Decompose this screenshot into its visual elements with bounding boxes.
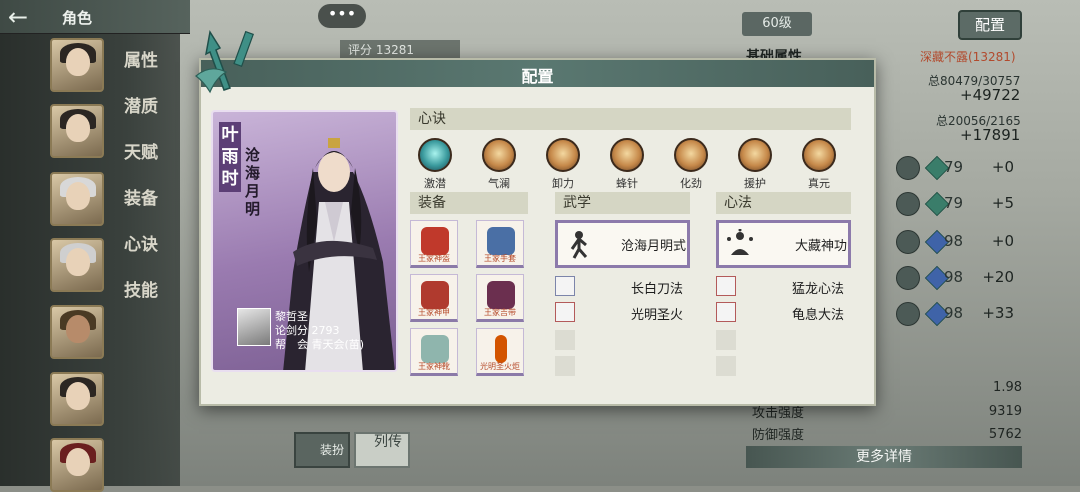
stat-bonus-1: +49722 (960, 86, 1021, 104)
main-method-skill[interactable]: 大藏神功 (716, 220, 851, 268)
rank-text: 深藏不露(13281) (920, 50, 1016, 64)
swirl-icon (418, 138, 452, 172)
main-martial-skill[interactable]: 沧海月明式 (555, 220, 690, 268)
belt-icon (487, 281, 515, 309)
equipment-slot[interactable]: 王家神靴 (410, 328, 458, 376)
stat-bonus-2: +17891 (960, 126, 1021, 144)
boots-icon (421, 335, 449, 363)
side-menu-potential[interactable]: 潜质 (124, 92, 158, 117)
character-title: 沧海月明 (245, 146, 261, 218)
back-arrow-icon[interactable]: ← (8, 4, 48, 30)
avatar[interactable] (50, 438, 104, 492)
mind-skill[interactable]: 蜂针 (605, 138, 649, 191)
mind-skill[interactable]: 化劲 (669, 138, 713, 191)
equipment-slot[interactable]: 王家神甲 (410, 274, 458, 322)
mind-skill[interactable]: 真元 (797, 138, 841, 191)
section-method: 心法 (716, 192, 851, 214)
avatar[interactable] (50, 172, 104, 226)
character-name: 叶雨时 (219, 122, 241, 192)
needle-icon (610, 138, 644, 172)
side-menu-equipment[interactable]: 装备 (124, 184, 158, 209)
section-mind: 心诀 (410, 108, 851, 130)
level-badge: 60级 (742, 12, 812, 36)
avatar[interactable] (50, 305, 104, 359)
attribute-slot[interactable]: 98 +0 (890, 228, 1020, 258)
dialog-title: 配置 (521, 67, 554, 86)
top-bar: ← 角色 (0, 0, 190, 34)
attribute-slot[interactable]: 79 +0 (890, 154, 1020, 184)
avatar[interactable] (50, 238, 104, 292)
martial-skill[interactable]: 光明圣火 (555, 302, 690, 324)
mystic-icon (896, 192, 920, 216)
method-skill[interactable]: 猛龙心法 (716, 276, 851, 298)
side-menu-attributes[interactable]: 属性 (124, 46, 158, 71)
dress-up-tab[interactable]: 装扮 (294, 432, 350, 468)
sword-ornament-icon (195, 29, 255, 94)
dart-icon (896, 230, 920, 254)
avatar[interactable] (50, 38, 104, 92)
section-equipment: 装备 (410, 192, 528, 214)
meditation-icon (727, 229, 753, 255)
shield-icon (738, 138, 772, 172)
empty-slot[interactable] (716, 356, 736, 376)
fortune-icon (896, 266, 920, 290)
player-avatar (237, 308, 271, 346)
biography-tab[interactable]: 列传 (354, 432, 410, 468)
flame-icon (802, 138, 836, 172)
mind-skill[interactable]: 气澜 (477, 138, 521, 191)
stat-value: 9319 (988, 404, 1022, 419)
martial-skill[interactable]: 长白刀法 (555, 276, 690, 298)
meditation-icon (555, 302, 575, 322)
more-details-button[interactable]: 更多详情 (746, 446, 1022, 468)
config-button[interactable]: 配置 (958, 10, 1022, 40)
avatar[interactable] (50, 372, 104, 426)
score-label: 评分 13281 (340, 40, 460, 60)
attribute-slot[interactable]: 79 +5 (890, 190, 1020, 220)
sword-skill-icon (555, 276, 575, 296)
glove-icon (487, 227, 515, 255)
dialog-header: 配置 (201, 60, 874, 87)
dragon-icon (716, 276, 736, 296)
dragon-icon (546, 138, 580, 172)
equipment-slot[interactable]: 王家神盔 (410, 220, 458, 268)
attribute-slot[interactable]: 98 +33 (890, 300, 1020, 330)
mind-skill[interactable]: 援护 (733, 138, 777, 191)
empty-slot[interactable] (716, 330, 736, 350)
empty-slot[interactable] (555, 356, 575, 376)
focus-icon (896, 302, 920, 326)
wave-icon (482, 138, 516, 172)
stat-label: 防御强度 (752, 428, 805, 443)
helmet-icon (421, 227, 449, 255)
side-menu-mind[interactable]: 心诀 (124, 230, 158, 255)
equipment-slot[interactable]: 王家吉带 (476, 274, 524, 322)
meditation-icon (716, 302, 736, 322)
empty-slot[interactable] (555, 330, 575, 350)
torch-icon (495, 335, 507, 363)
stat-value: 1.98 (993, 380, 1022, 395)
character-card: 叶雨时 沧海月明 黎哲圣 论剑分 2793 帮 会 青天会(苗) (211, 110, 398, 372)
method-skill[interactable]: 龟息大法 (716, 302, 851, 324)
sword-icon (896, 156, 920, 180)
fighter-icon (570, 231, 588, 259)
avatar[interactable] (50, 104, 104, 158)
page-title: 角色 (62, 9, 93, 27)
armor-icon (421, 281, 449, 309)
equipment-slot[interactable]: 光明圣火炬 (476, 328, 524, 376)
guild-info: 帮 会 青天会(苗) (275, 338, 365, 351)
equipment-slot[interactable]: 王家手套 (476, 220, 524, 268)
side-menu-talent[interactable]: 天赋 (124, 138, 158, 163)
spiral-icon (674, 138, 708, 172)
section-martial: 武学 (555, 192, 690, 214)
attribute-slot[interactable]: 98 +20 (890, 264, 1020, 294)
mind-skill[interactable]: 激潜 (413, 138, 457, 191)
mind-skill[interactable]: 卸力 (541, 138, 585, 191)
side-menu-skills[interactable]: 技能 (124, 276, 158, 301)
chat-icon[interactable]: ••• (318, 4, 366, 28)
stat-value: 5762 (988, 427, 1022, 442)
